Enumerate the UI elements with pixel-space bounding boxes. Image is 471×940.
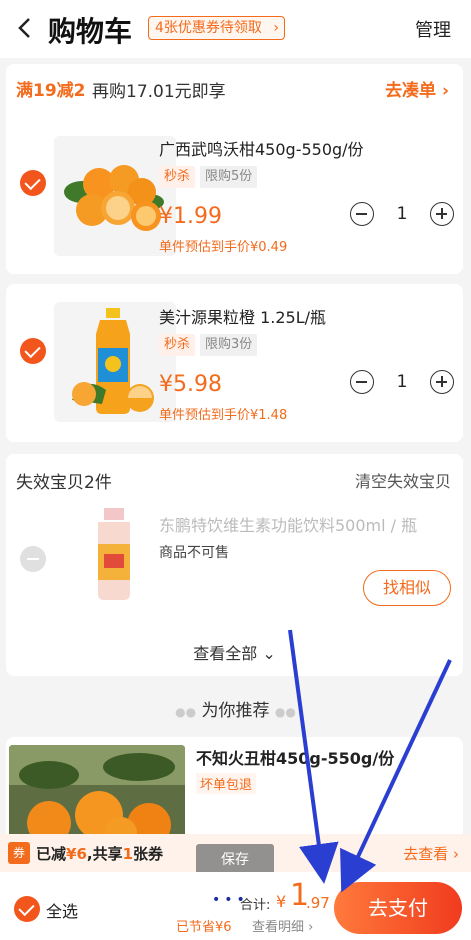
clear-invalid-button[interactable]: 清空失效宝贝 xyxy=(355,468,451,492)
flash-sale-badge: 秒杀 xyxy=(159,334,196,356)
decor-dots-icon: ●● xyxy=(175,705,197,719)
select-all-checkbox[interactable] xyxy=(14,896,40,922)
recommend-title: ●● 为你推荐 ●● xyxy=(175,701,296,721)
checkout-bar: 全选 ••• 合计: ¥ 1 .97 已节省¥6 查看明细 › 去支付 xyxy=(0,872,471,940)
limit-badge: 限购3份 xyxy=(200,334,258,356)
limit-badge: 限购5份 xyxy=(200,166,258,188)
quantity-stepper: 1 xyxy=(350,370,454,396)
recommend-product-name[interactable]: 不知火丑柑450g-550g/份 xyxy=(196,745,394,769)
decrease-button[interactable] xyxy=(350,202,374,226)
saved-text: 已减¥6,共享1张券 xyxy=(36,845,164,863)
quantity-value: 1 xyxy=(396,372,408,392)
refund-tag: 坏单包退 xyxy=(196,773,257,794)
estimated-price: 单件预估到手价¥1.48 xyxy=(159,408,288,423)
back-arrow-icon[interactable] xyxy=(14,16,36,40)
product-price: ¥1.99 xyxy=(159,204,222,229)
coupon-icon: 券 xyxy=(8,842,30,864)
invalid-items-section: 失效宝贝2件 清空失效宝贝 东鹏特饮维生素功能饮料500ml / 瓶 商品不可售… xyxy=(6,454,463,676)
product-name[interactable]: 广西武鸣沃柑450g-550g/份 xyxy=(159,136,364,160)
quantity-value: 1 xyxy=(396,204,408,224)
view-all-button[interactable]: 查看全部 ⌄ xyxy=(6,640,463,664)
item-checkbox[interactable] xyxy=(20,338,46,364)
invalid-header: 失效宝贝2件 xyxy=(16,473,112,493)
total-amount-dec: .97 xyxy=(306,894,330,912)
coupon-pill-label: 4张优惠券待领取 xyxy=(155,20,262,36)
product-image-drink[interactable] xyxy=(54,504,176,604)
product-image-orange[interactable] xyxy=(54,136,176,256)
find-similar-button[interactable]: 找相似 xyxy=(363,570,451,606)
top-bar: 购物车 4张优惠券待领取 › 管理 xyxy=(0,0,471,58)
increase-button[interactable] xyxy=(430,202,454,226)
disabled-checkbox xyxy=(20,546,46,572)
unavailable-label: 商品不可售 xyxy=(159,545,229,561)
coupon-pill[interactable]: 4张优惠券待领取 › xyxy=(148,16,285,40)
product-price: ¥5.98 xyxy=(159,372,222,397)
promo-tag: 满19减2 xyxy=(16,81,86,101)
decrease-button[interactable] xyxy=(350,370,374,394)
manage-button[interactable]: 管理 xyxy=(415,16,451,42)
promo-text: 再购17.01元即享 xyxy=(92,82,226,102)
chevron-down-icon: ⌄ xyxy=(262,644,276,663)
increase-button[interactable] xyxy=(430,370,454,394)
cart-item: 广西武鸣沃柑450g-550g/份 秒杀 限购5份 ¥1.99 单件预估到手价¥… xyxy=(6,108,463,274)
pay-button[interactable]: 去支付 xyxy=(334,882,462,934)
promo-strip: 满19减2 再购17.01元即享 去凑单 › xyxy=(6,64,463,108)
total-label: 合计: xyxy=(240,898,271,913)
decor-dots-icon: ●● xyxy=(274,705,296,719)
product-image-citrus[interactable] xyxy=(9,745,185,845)
cart-item: 美汁源果粒橙 1.25L/瓶 秒杀 限购3份 ¥5.98 单件预估到手价¥1.4… xyxy=(6,284,463,442)
flash-sale-badge: 秒杀 xyxy=(159,166,196,188)
product-image-juice[interactable] xyxy=(54,302,176,422)
chevron-right-icon: › xyxy=(273,20,279,36)
recommend-card[interactable]: 不知火丑柑450g-550g/份 坏单包退 xyxy=(6,737,463,847)
product-name[interactable]: 美汁源果粒橙 1.25L/瓶 xyxy=(159,304,326,328)
select-all-label[interactable]: 全选 xyxy=(46,898,78,922)
total-currency: ¥ xyxy=(276,892,287,911)
saved-amount: 已节省¥6 xyxy=(176,920,232,935)
page-title: 购物车 xyxy=(48,15,133,48)
add-on-link[interactable]: 去凑单 › xyxy=(385,76,449,101)
estimated-price: 单件预估到手价¥0.49 xyxy=(159,240,288,255)
quantity-stepper: 1 xyxy=(350,202,454,228)
item-checkbox[interactable] xyxy=(20,170,46,196)
detail-link[interactable]: 查看明细 › xyxy=(252,916,313,935)
view-coupon-link[interactable]: 去查看 › xyxy=(403,843,459,864)
invalid-product-name[interactable]: 东鹏特饮维生素功能饮料500ml / 瓶 xyxy=(159,512,417,536)
